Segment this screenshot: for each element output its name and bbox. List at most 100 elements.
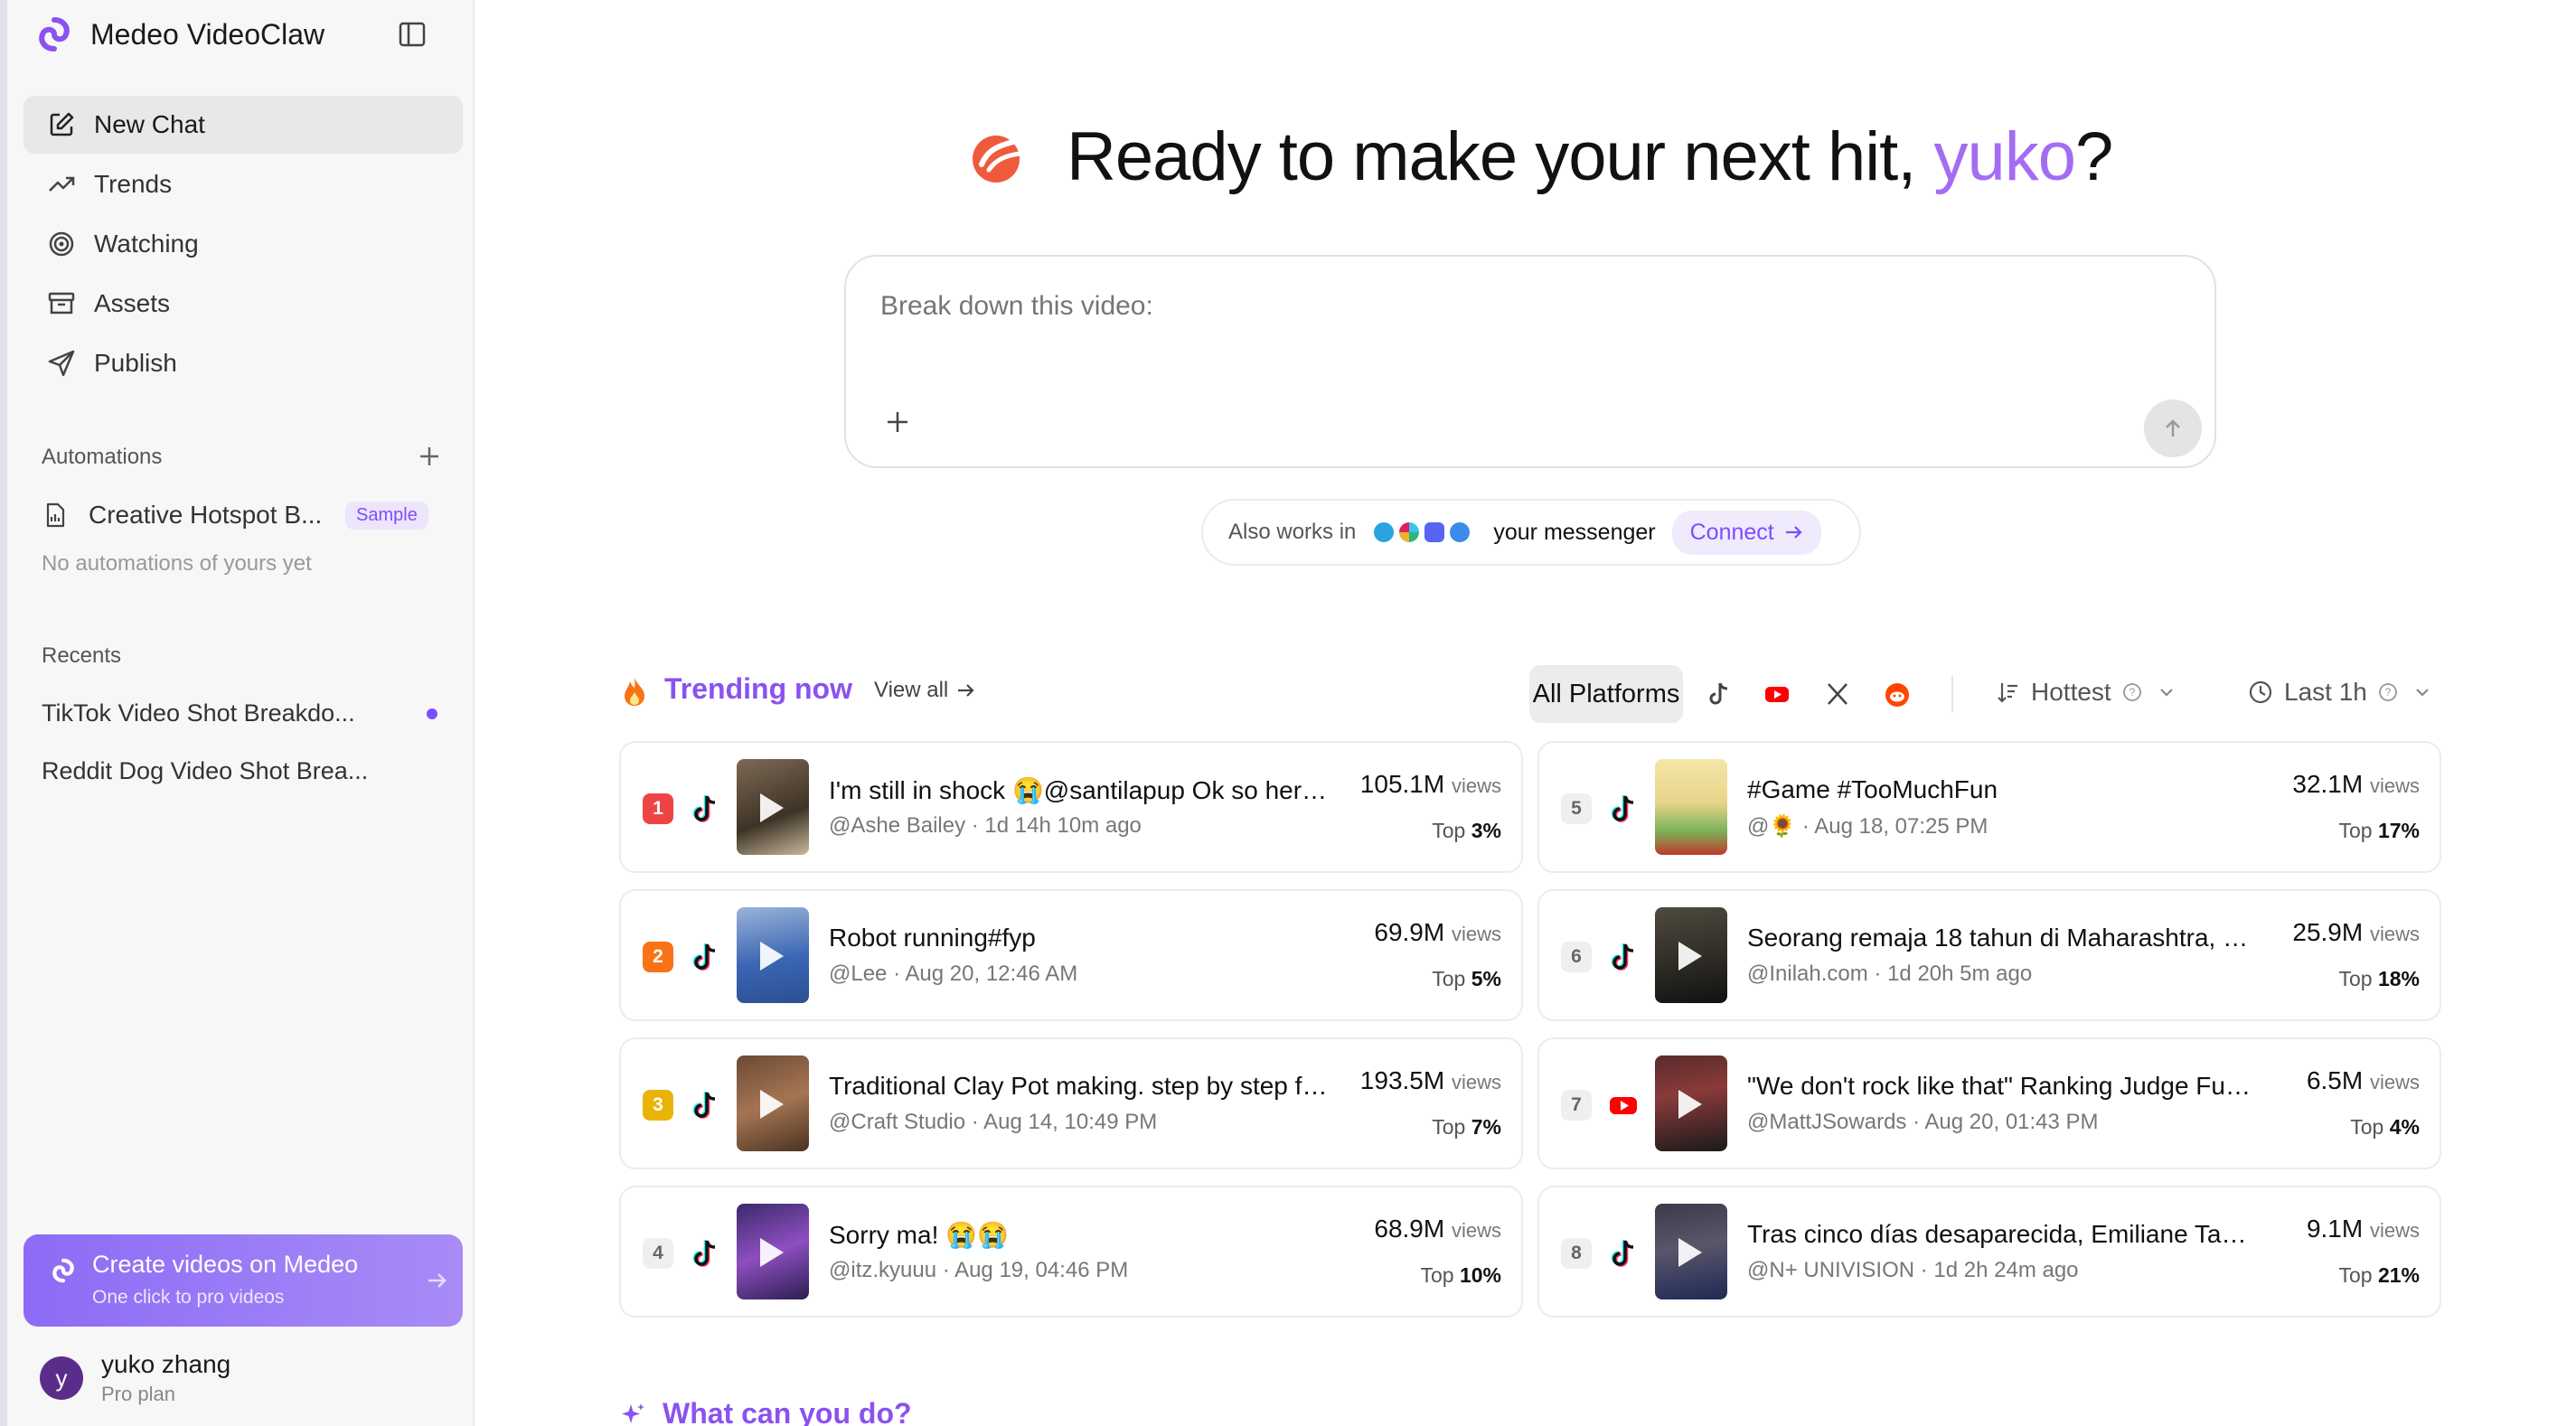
user-profile[interactable]: y yuko zhang Pro plan [40, 1350, 230, 1406]
play-icon [760, 793, 784, 822]
video-meta: @Lee · Aug 20, 12:46 AM [829, 962, 1078, 986]
edit-icon [50, 112, 74, 136]
nav-watching[interactable]: Watching [24, 215, 463, 273]
video-thumbnail[interactable] [1655, 907, 1727, 1003]
video-thumbnail[interactable] [737, 1204, 809, 1299]
hero-user-name: yuko [1933, 118, 2076, 195]
send-button[interactable] [2144, 399, 2202, 457]
slack-icon [1399, 522, 1420, 542]
video-thumbnail[interactable] [1655, 759, 1727, 855]
tiktok-icon [692, 1240, 716, 1267]
svg-text:?: ? [2129, 686, 2135, 699]
top-percent-value: 17% [2377, 819, 2420, 842]
nav-trends[interactable]: Trends [24, 155, 463, 213]
hero-title-prefix: Ready to make your next hit, [1067, 118, 1934, 195]
sort-hottest-dropdown[interactable]: Hottest ? [1995, 678, 2176, 707]
trending-card[interactable]: 8 Tras cinco días desaparecida, Emiliane… [1537, 1186, 2441, 1318]
reddit-filter-icon[interactable] [1883, 680, 1912, 708]
view-count: 193.5M views [1360, 1066, 1501, 1095]
svg-text:?: ? [2385, 686, 2392, 699]
video-title[interactable]: Seorang remaja 18 tahun di Maharashtra, … [1747, 924, 2253, 952]
video-meta: @N+ UNIVISION · 1d 2h 24m ago [1747, 1258, 2079, 1282]
add-automation-icon[interactable] [416, 443, 443, 470]
video-title[interactable]: I'm still in shock 😭@santilapup Ok so he… [829, 775, 1335, 805]
video-title[interactable]: Sorry ma! 😭😭 [829, 1220, 1335, 1250]
trend-icon [49, 176, 75, 192]
trending-card[interactable]: 1 I'm still in shock 😭@santilapup Ok so … [619, 741, 1523, 873]
sidebar-toggle-icon[interactable] [396, 18, 428, 51]
fire-icon [625, 678, 644, 706]
tiktok-filter-icon[interactable] [1704, 680, 1733, 708]
video-thumbnail[interactable] [1655, 1055, 1727, 1151]
view-count-value: 68.9M [1374, 1215, 1445, 1243]
video-thumbnail[interactable] [737, 759, 809, 855]
nav-new-chat[interactable]: New Chat [24, 96, 463, 154]
connect-label: Connect [1689, 519, 1774, 545]
video-thumbnail[interactable] [1655, 1204, 1727, 1299]
rank-badge: 2 [643, 942, 673, 972]
what-can-you-do-title: What can you do? [663, 1397, 912, 1426]
hero-heading: Ready to make your next hit, yuko? [969, 117, 2113, 196]
video-title[interactable]: Tras cinco días desaparecida, Emiliane T… [1747, 1220, 2253, 1249]
video-title[interactable]: Robot running#fyp [829, 924, 1335, 952]
video-meta: @Craft Studio · Aug 14, 10:49 PM [829, 1110, 1158, 1134]
trending-card[interactable]: 5 #Game #TooMuchFun @🌻 · Aug 18, 07:25 P… [1537, 741, 2441, 873]
attach-plus-icon[interactable] [884, 408, 911, 436]
video-thumbnail[interactable] [737, 1055, 809, 1151]
automations-heading: Automations [42, 445, 163, 469]
chat-input[interactable] [880, 291, 2055, 322]
trending-card[interactable]: 4 Sorry ma! 😭😭 @itz.kyuuu · Aug 19, 04:4… [619, 1186, 1523, 1318]
trending-card[interactable]: 7 "We don't rock like that" Ranking Judg… [1537, 1037, 2441, 1169]
medeo-logo-icon [39, 17, 70, 52]
top-label: Top [1432, 967, 1466, 990]
report-icon [46, 502, 65, 528]
view-count-unit: views [1451, 923, 1501, 945]
time-range-dropdown[interactable]: Last 1h ? [2248, 678, 2432, 707]
video-thumbnail[interactable] [737, 907, 809, 1003]
nav-publish[interactable]: Publish [24, 334, 463, 392]
user-name: yuko zhang [101, 1350, 231, 1378]
nav-assets[interactable]: Assets [24, 275, 463, 333]
main-content: Ready to make your next hit, yuko? Also … [476, 0, 2576, 1426]
window-edge [0, 0, 7, 1426]
discord-icon [1424, 522, 1445, 542]
arrow-right-icon [1785, 526, 1802, 539]
view-count: 6.5M views [2307, 1066, 2420, 1095]
filter-all-platforms[interactable]: All Platforms [1529, 665, 1683, 723]
video-title[interactable]: Traditional Clay Pot making. step by ste… [829, 1072, 1335, 1101]
nav-label: Trends [94, 170, 173, 198]
top-percent: Top 17% [2338, 819, 2420, 843]
video-title[interactable]: #Game #TooMuchFun [1747, 775, 2253, 804]
trending-card[interactable]: 3 Traditional Clay Pot making. step by s… [619, 1037, 1523, 1169]
video-meta: @Ashe Bailey · 1d 14h 10m ago [829, 813, 1142, 838]
top-percent-value: 18% [2377, 967, 2420, 990]
rank-badge: 8 [1561, 1238, 1592, 1269]
recent-item[interactable]: Reddit Dog Video Shot Brea... [42, 757, 439, 785]
sidebar: Medeo VideoClaw New Chat Trends Watching… [7, 0, 475, 1426]
view-count: 68.9M views [1374, 1215, 1501, 1243]
nav-label: Publish [94, 349, 177, 377]
brand[interactable]: Medeo VideoClaw [36, 16, 324, 52]
video-title[interactable]: "We don't rock like that" Ranking Judge … [1747, 1072, 2253, 1101]
what-can-you-do-section: What can you do? [619, 1397, 912, 1426]
view-all-link[interactable]: View all [874, 678, 975, 703]
x-filter-icon[interactable] [1823, 680, 1852, 708]
messenger-banner: Also works in your messenger Connect [1201, 499, 1861, 566]
rank-badge: 4 [643, 1238, 673, 1269]
promo-title: Create videos on Medeo [92, 1251, 359, 1278]
view-count-unit: views [2369, 923, 2420, 945]
recent-item[interactable]: TikTok Video Shot Breakdo... [42, 699, 412, 727]
view-count-value: 9.1M [2306, 1215, 2364, 1243]
connect-button[interactable]: Connect [1671, 510, 1821, 555]
trending-card[interactable]: 6 Seorang remaja 18 tahun di Maharashtra… [1537, 889, 2441, 1021]
archive-icon [48, 292, 75, 314]
nav-label: Watching [94, 230, 199, 258]
rank-badge: 5 [1561, 793, 1592, 824]
view-count: 105.1M views [1360, 770, 1501, 799]
create-videos-promo-button[interactable]: Create videos on Medeo One click to pro … [24, 1234, 463, 1327]
trending-card[interactable]: 2 Robot running#fyp @Lee · Aug 20, 12:46… [619, 889, 1523, 1021]
top-percent: Top 5% [1432, 967, 1501, 991]
automation-label: Creative Hotspot B... [89, 501, 323, 529]
youtube-filter-icon[interactable] [1763, 680, 1791, 708]
automation-item[interactable]: Creative Hotspot B... Sample [42, 492, 450, 539]
